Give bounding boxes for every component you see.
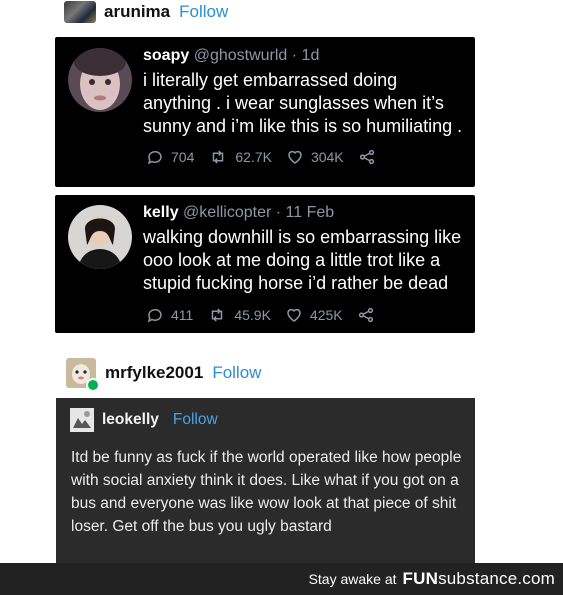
tweet-author-name[interactable]: soapy: [143, 47, 189, 64]
follow-button[interactable]: Follow: [212, 363, 261, 383]
share-icon: [359, 149, 374, 165]
tweet-meta: soapy @ghostwurld · 1d: [143, 47, 319, 65]
tweet-text: i literally get embarrassed doing anythi…: [143, 70, 463, 136]
reblog-badge-icon: [86, 378, 100, 392]
reblog-card: leokelly Follow Itd be funny as fuck if …: [56, 398, 475, 563]
share-action[interactable]: [357, 306, 382, 324]
avatar[interactable]: [68, 48, 132, 112]
tweet-card: soapy @ghostwurld · 1d i literally get e…: [55, 37, 475, 187]
retweet-icon: [213, 150, 224, 164]
reply-count: 411: [171, 307, 194, 323]
retweet-action[interactable]: 45.9K: [207, 306, 271, 324]
brand-part: substance: [438, 569, 518, 588]
tweet-meta: kelly @kellicopter · 11 Feb: [143, 204, 334, 222]
reblog-user-header: leokelly Follow: [70, 408, 218, 432]
reply-action[interactable]: 411: [146, 306, 193, 324]
reblog-text: Itd be funny as fuck if the world operat…: [71, 449, 462, 535]
brand-part: FUN: [402, 569, 439, 588]
tweet-text: walking downhill is so embarrassing like…: [143, 227, 462, 293]
avatar[interactable]: [64, 1, 96, 23]
retweet-count: 62.7K: [235, 149, 272, 165]
tweet-author-name[interactable]: kelly: [143, 204, 179, 221]
like-icon: [287, 308, 301, 322]
reply-count: 704: [171, 149, 195, 165]
tweet-handle[interactable]: @kellicopter · 11 Feb: [183, 204, 334, 221]
second-user-header: mrfylke2001 Follow: [66, 357, 261, 392]
top-user-header: arunima Follow: [64, 0, 228, 24]
avatar[interactable]: [68, 205, 132, 269]
follow-button[interactable]: Follow: [179, 2, 228, 22]
retweet-icon: [212, 308, 223, 322]
username[interactable]: arunima: [104, 2, 170, 22]
follow-button[interactable]: Follow: [173, 411, 218, 429]
funsubstance-logo[interactable]: FUNsubstance.com: [403, 569, 555, 589]
share-icon: [358, 307, 373, 323]
share-action[interactable]: [358, 148, 383, 166]
like-icon: [288, 150, 302, 164]
reply-action[interactable]: 704: [146, 148, 194, 166]
like-action[interactable]: 304K: [286, 148, 344, 166]
like-action[interactable]: 425K: [285, 306, 343, 324]
retweet-action[interactable]: 62.7K: [208, 148, 272, 166]
tweet-actions: 411 45.9K 425K: [146, 306, 396, 324]
username[interactable]: mrfylke2001: [105, 363, 203, 383]
avatar[interactable]: [66, 358, 100, 392]
avatar[interactable]: [70, 408, 94, 432]
reply-icon: [147, 308, 162, 323]
retweet-count: 45.9K: [234, 307, 271, 323]
like-count: 304K: [310, 149, 344, 165]
reply-icon: [147, 150, 162, 165]
like-count: 425K: [309, 307, 343, 323]
tweet-card: kelly @kellicopter · 11 Feb walking down…: [55, 195, 475, 333]
brand-part: .com: [517, 569, 555, 588]
reblog-username[interactable]: leokelly: [102, 411, 159, 429]
footer-tagline: Stay awake at: [308, 571, 397, 587]
tweet-actions: 704 62.7K 304K: [146, 148, 397, 166]
tweet-handle[interactable]: @ghostwurld · 1d: [194, 47, 320, 64]
watermark-footer: Stay awake at FUNsubstance.com: [0, 563, 563, 595]
